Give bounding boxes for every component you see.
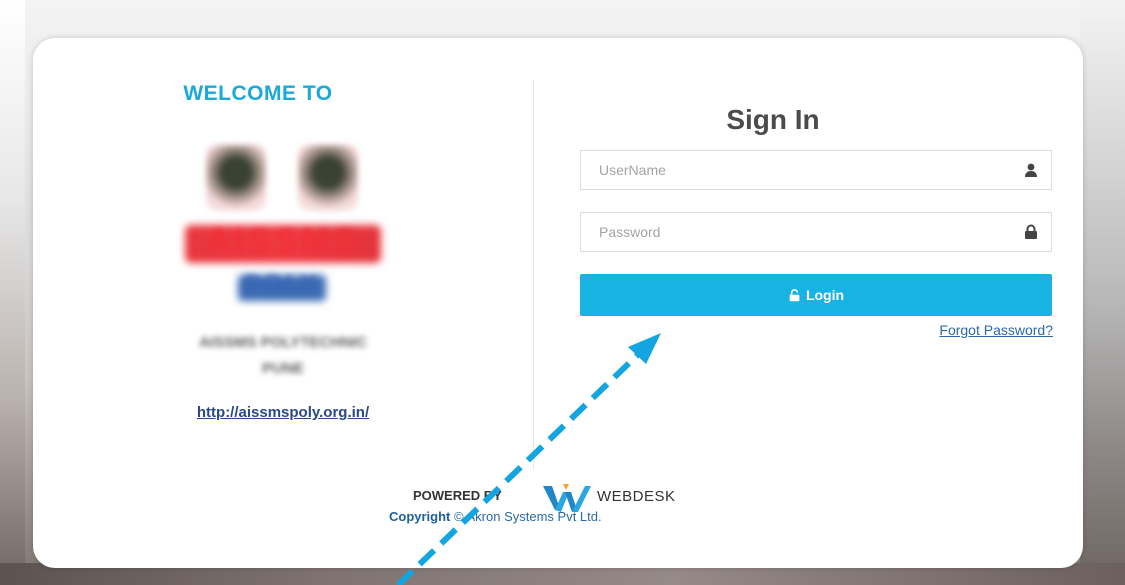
unlock-icon	[789, 288, 800, 301]
copyright-line: Copyright © Akron Systems Pvt Ltd.	[389, 509, 749, 524]
lock-icon	[1025, 224, 1037, 239]
copyright-prefix: Copyright	[389, 509, 451, 524]
institute-website-link[interactable]: http://aissmspoly.org.in/	[133, 404, 433, 421]
logo-sub-text: POLY	[244, 271, 320, 298]
panel-divider	[533, 80, 534, 470]
welcome-heading: WELCOME TO	[183, 82, 333, 105]
founder-photo-left	[206, 145, 266, 211]
signin-title: Sign In	[726, 104, 820, 135]
background-left-strip	[0, 0, 25, 585]
webdesk-brand: WEBDESK	[597, 488, 676, 505]
college-name-line1: AISSMS POLYTECHNIC	[199, 334, 367, 351]
forgot-password-link[interactable]: Forgot Password?	[813, 322, 1053, 338]
college-name: AISSMS POLYTECHNIC PUNE	[103, 330, 463, 382]
logo-brand-text: AISSMS	[205, 223, 361, 261]
password-input[interactable]	[581, 213, 981, 251]
login-button[interactable]: Login	[580, 274, 1052, 316]
login-button-label: Login	[805, 287, 845, 303]
background-right-strip	[1080, 0, 1125, 585]
college-name-line2: PUNE	[262, 360, 304, 377]
powered-by-label: POWERED BY	[413, 488, 502, 503]
copyright-owner: Akron Systems Pvt Ltd.	[466, 509, 602, 524]
copyright-symbol: ©	[454, 509, 464, 524]
founder-photo-right	[298, 145, 358, 211]
user-icon	[1025, 163, 1037, 177]
institute-logo: AISSMS POLY	[178, 135, 398, 305]
login-card: WELCOME TO AISSMS POLY AISSMS POLYTECHNI…	[33, 38, 1083, 568]
password-field[interactable]	[580, 212, 1052, 252]
username-field[interactable]	[580, 150, 1052, 190]
username-input[interactable]	[581, 151, 981, 189]
